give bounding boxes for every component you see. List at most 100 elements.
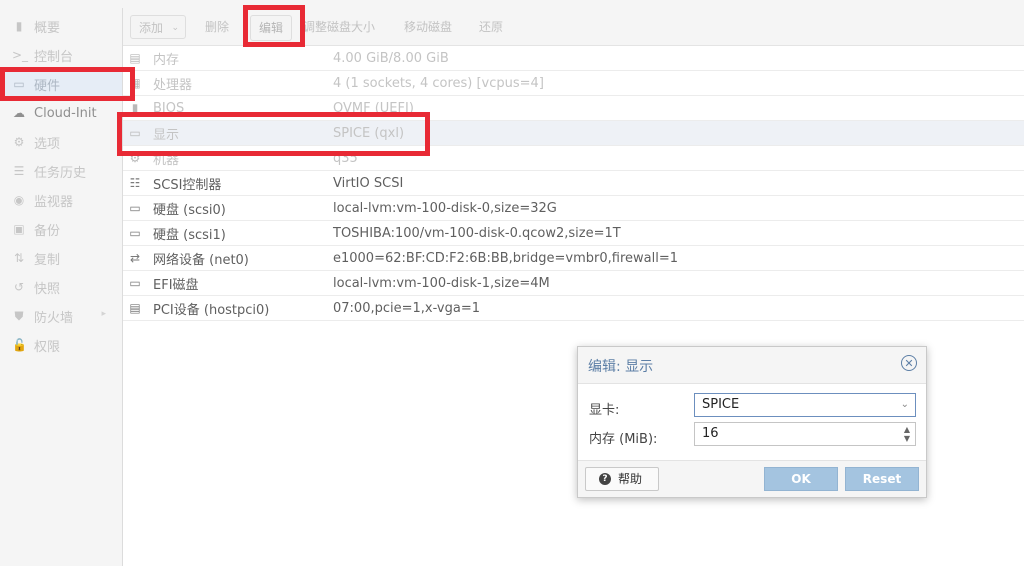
desktop-icon: ▭	[129, 126, 141, 140]
sidebar-item-console[interactable]: >_ 控制台	[0, 41, 122, 69]
dialog-title: 编辑: 显示	[588, 359, 654, 375]
sidebar-item-label: 备份	[34, 223, 61, 239]
table-row-selected[interactable]: ▭ 显示 SPICE (qxl)	[123, 121, 1024, 146]
sidebar-item-summary[interactable]: ▮ 概要	[0, 12, 122, 40]
table-row[interactable]: ▦ 处理器 4 (1 sockets, 4 cores) [vcpus=4]	[123, 71, 1024, 96]
row-value: 07:00,pcie=1,x-vga=1	[333, 300, 481, 316]
sidebar-item-monitor[interactable]: ◉ 监视器	[0, 186, 122, 214]
row-key: 处理器	[153, 77, 193, 93]
row-value: e1000=62:BF:CD:F2:6B:BB,bridge=vmbr0,fir…	[333, 250, 678, 266]
eye-icon: ◉	[13, 193, 25, 207]
monitor-icon: ▭	[13, 77, 25, 91]
sidebar-item-backup[interactable]: ▣ 备份	[0, 215, 122, 243]
memory-stepper[interactable]: 16 ▲ ▼	[694, 422, 916, 446]
help-button[interactable]: ? 帮助	[585, 467, 659, 491]
sidebar-item-label: Cloud-Init	[34, 105, 97, 121]
revert-button[interactable]: 还原	[479, 15, 503, 39]
table-row[interactable]: ▤ 内存 4.00 GiB/8.00 GiB	[123, 46, 1024, 71]
row-key: EFI磁盘	[153, 277, 199, 293]
hdd-icon: ▭	[129, 226, 141, 240]
microchip-icon: ▮	[131, 101, 139, 115]
row-value: q35	[333, 150, 358, 166]
list-icon: ☰	[13, 164, 25, 178]
pci-card-icon: ▤	[129, 301, 141, 315]
hdd-icon: ▭	[129, 276, 141, 290]
sidebar-item-label: 硬件	[34, 78, 61, 94]
sidebar-item-task-history[interactable]: ☰ 任务历史	[0, 157, 122, 185]
cogs-icon: ⚙	[129, 151, 141, 165]
sidebar-item-snapshots[interactable]: ↺ 快照	[0, 273, 122, 301]
sidebar-item-label: 任务历史	[34, 165, 87, 181]
cpu-icon: ▦	[129, 76, 141, 90]
row-key: 网络设备 (net0)	[153, 252, 249, 268]
sidebar-item-label: 快照	[34, 281, 61, 297]
table-row[interactable]: ☷ SCSI控制器 VirtIO SCSI	[123, 171, 1024, 196]
sidebar-item-hardware[interactable]: ▭ 硬件	[0, 70, 122, 98]
sidebar-item-label: 选项	[34, 136, 61, 152]
floppy-icon: ▣	[13, 222, 25, 236]
add-button[interactable]: 添加 ⌄	[130, 15, 186, 39]
row-value: TOSHIBA:100/vm-100-disk-0.qcow2,size=1T	[333, 225, 621, 241]
row-key: 机器	[153, 152, 180, 168]
row-key: 内存	[153, 52, 180, 68]
edit-display-dialog: 编辑: 显示 ✕ 显卡: SPICE ⌄ 内存 (MiB): 16 ▲ ▼ ? 帮…	[577, 346, 927, 498]
memory-icon: ▤	[129, 51, 141, 65]
reset-button[interactable]: Reset	[845, 467, 919, 491]
hdd-icon: ▭	[129, 201, 141, 215]
chevron-down-icon[interactable]: ⌄	[901, 394, 909, 416]
graphic-card-select[interactable]: SPICE ⌄	[694, 393, 916, 417]
toolbar: 添加 ⌄ 删除 编辑 调整磁盘大小 移动磁盘 还原	[123, 8, 1024, 46]
terminal-icon: >_	[12, 48, 29, 62]
dialog-header: 编辑: 显示 ✕	[578, 347, 926, 384]
sidebar: ▮ 概要 >_ 控制台 ▭ 硬件 ☁ Cloud-Init ⚙ 选项 ☰ 任务历史 ◉ 监视器…	[0, 8, 123, 566]
ok-button[interactable]: OK	[764, 467, 838, 491]
table-row[interactable]: ⚙ 机器 q35	[123, 146, 1024, 171]
memory-value: 16	[702, 426, 719, 441]
resize-disk-button[interactable]: 调整磁盘大小	[303, 15, 375, 39]
question-circle-icon: ?	[599, 473, 611, 485]
stepper-arrows-icon[interactable]: ▲ ▼	[904, 425, 910, 443]
sidebar-item-firewall[interactable]: ⛊ 防火墙 ▸	[0, 302, 122, 330]
sidebar-item-label: 防火墙	[34, 310, 74, 326]
help-label: 帮助	[618, 472, 643, 486]
sidebar-item-label: 控制台	[34, 49, 74, 65]
edit-button[interactable]: 编辑	[250, 15, 292, 41]
row-key: 硬盘 (scsi0)	[153, 202, 226, 218]
gear-icon: ⚙	[13, 135, 25, 149]
book-icon: ▮	[15, 19, 23, 33]
table-row[interactable]: ▭ 硬盘 (scsi0) local-lvm:vm-100-disk-0,size=…	[123, 196, 1024, 221]
memory-label: 内存 (MiB):	[589, 432, 658, 447]
table-row[interactable]: ▤ PCI设备 (hostpci0) 07:00,pcie=1,x-vga=1	[123, 296, 1024, 321]
dialog-footer: ? 帮助 OK Reset	[578, 460, 926, 497]
row-value: local-lvm:vm-100-disk-1,size=4M	[333, 275, 550, 291]
add-label: 添加	[139, 21, 164, 35]
row-key: PCI设备 (hostpci0)	[153, 302, 270, 318]
sidebar-item-permissions[interactable]: 🔓 权限	[0, 331, 122, 359]
sidebar-item-replication[interactable]: ⇅ 复制	[0, 244, 122, 272]
delete-button[interactable]: 删除	[205, 15, 229, 39]
table-row[interactable]: ▭ EFI磁盘 local-lvm:vm-100-disk-1,size=4M	[123, 271, 1024, 296]
exchange-icon: ⇄	[129, 251, 141, 265]
table-row[interactable]: ▭ 硬盘 (scsi1) TOSHIBA:100/vm-100-disk-0.qco…	[123, 221, 1024, 246]
row-value: SPICE (qxl)	[333, 125, 405, 141]
retweet-icon: ⇅	[13, 251, 25, 265]
close-icon[interactable]: ✕	[901, 355, 917, 371]
row-value: 4.00 GiB/8.00 GiB	[333, 50, 449, 66]
chevron-down-icon: ⌄	[171, 23, 179, 33]
unlock-icon: 🔓	[12, 338, 27, 352]
sidebar-item-cloud-init[interactable]: ☁ Cloud-Init	[0, 99, 122, 127]
row-key: 硬盘 (scsi1)	[153, 227, 226, 243]
cloud-icon: ☁	[13, 106, 25, 120]
table-row[interactable]: ▮ BIOS OVMF (UEFI)	[123, 96, 1024, 121]
move-disk-button[interactable]: 移动磁盘	[404, 15, 452, 39]
table-row[interactable]: ⇄ 网络设备 (net0) e1000=62:BF:CD:F2:6B:BB,brid…	[123, 246, 1024, 271]
row-value: local-lvm:vm-100-disk-0,size=32G	[333, 200, 557, 216]
row-key: SCSI控制器	[153, 177, 222, 193]
sidebar-item-options[interactable]: ⚙ 选项	[0, 128, 122, 156]
row-value: 4 (1 sockets, 4 cores) [vcpus=4]	[333, 75, 544, 91]
row-value: VirtIO SCSI	[333, 175, 404, 191]
history-icon: ↺	[13, 280, 25, 294]
row-key: BIOS	[153, 100, 185, 116]
sidebar-item-label: 复制	[34, 252, 61, 268]
sidebar-item-label: 概要	[34, 20, 61, 36]
